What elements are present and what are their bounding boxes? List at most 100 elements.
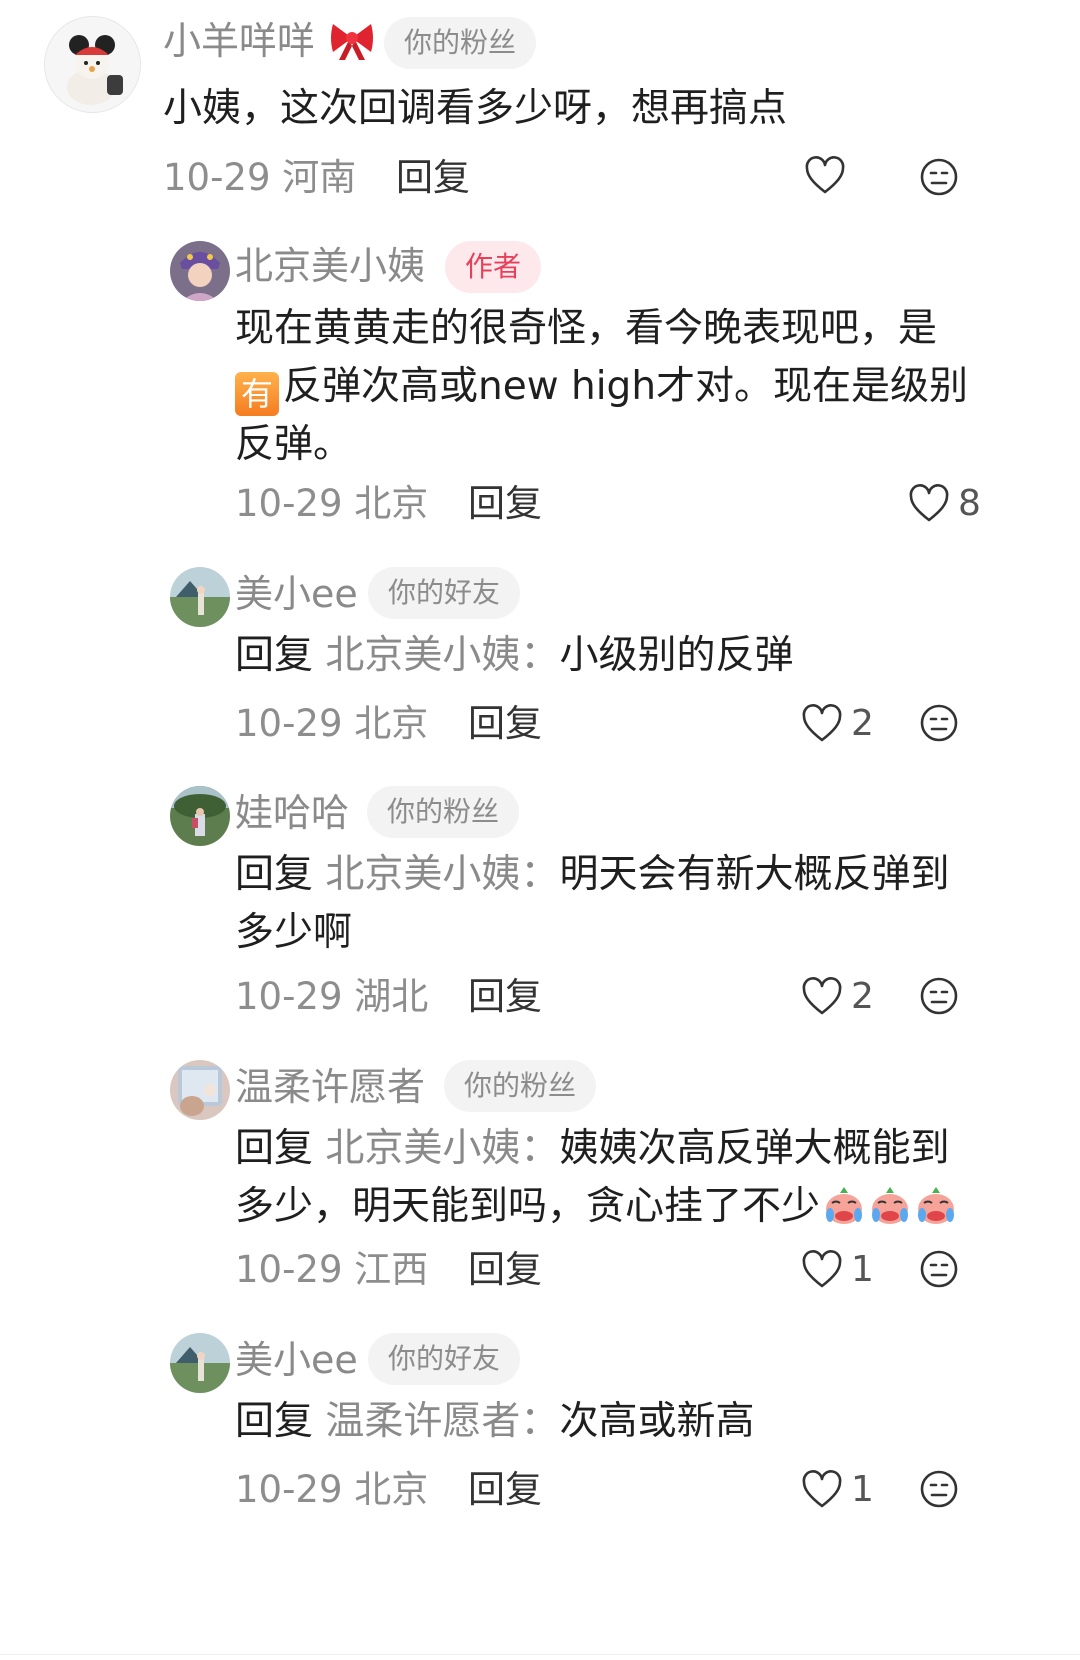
dislike-button[interactable] — [918, 156, 960, 202]
like-button[interactable]: 1 — [801, 1248, 874, 1292]
comment-text: 小姨，这次回调看多少呀，想再搞点 — [163, 86, 788, 131]
reply-prefix: 回复 — [235, 1126, 314, 1171]
avatar[interactable] — [170, 1060, 230, 1120]
author-badge: 作者 — [445, 241, 542, 293]
comment-line: 反弹。 — [235, 422, 353, 467]
reply-target[interactable]: 北京美小姨： — [325, 633, 559, 678]
dislike-button[interactable] — [918, 1248, 960, 1294]
avatar[interactable] — [170, 786, 230, 846]
fan-badge: 你的粉丝 — [444, 1060, 597, 1112]
like-count: 2 — [851, 703, 874, 744]
crying-emoji-icon — [872, 1187, 909, 1224]
avatar-image — [170, 786, 230, 846]
like-count: 1 — [851, 1469, 874, 1510]
comment-date: 10-29 — [163, 156, 271, 199]
heart-outline-icon — [802, 1250, 842, 1288]
dislike-button[interactable] — [918, 1468, 960, 1514]
comment-line-with-tag: 有反弹次高或new high才对。现在是级别 — [235, 358, 995, 416]
dislike-button[interactable] — [918, 702, 960, 748]
heart-outline-icon — [802, 704, 842, 742]
like-button[interactable]: 2 — [801, 975, 874, 1019]
reply-button[interactable]: 回复 — [468, 702, 542, 745]
username[interactable]: 美小ee — [235, 572, 358, 616]
comment-meta: 10-29 江西 回复 — [235, 1248, 542, 1292]
comment-location: 北京 — [354, 482, 429, 525]
avatar-image — [170, 241, 230, 301]
friend-badge: 你的好友 — [368, 1333, 521, 1385]
comment-meta: 10-29 北京 回复 — [235, 1468, 542, 1512]
fan-badge: 你的粉丝 — [367, 786, 520, 838]
reply-target[interactable]: 北京美小姨： — [325, 852, 559, 897]
friend-badge: 你的好友 — [368, 567, 521, 619]
username[interactable]: 温柔许愿者 — [235, 1065, 425, 1109]
comment-location: 河南 — [282, 156, 357, 199]
divider — [0, 1654, 1080, 1655]
avatar-image — [170, 1333, 230, 1393]
avatar-image — [45, 17, 140, 112]
reply-target[interactable]: 北京美小姨： — [325, 1126, 559, 1171]
heart-outline-icon — [909, 484, 949, 522]
neutral-face-icon — [920, 1470, 958, 1508]
username[interactable]: 北京美小姨 — [235, 244, 425, 288]
avatar-image — [170, 1060, 230, 1120]
comment-meta: 10-29 北京 回复 — [235, 702, 542, 746]
like-count: 2 — [851, 976, 874, 1017]
neutral-face-icon — [920, 1250, 958, 1288]
heart-outline-icon — [802, 977, 842, 1015]
reply-prefix: 回复 — [235, 852, 314, 897]
comment-date: 10-29 — [235, 1468, 343, 1511]
comment-text: 回复 北京美小姨：姨姨次高反弹大概能到 多少，明天能到吗，贪心挂了不少 — [235, 1120, 1015, 1236]
reply-prefix: 回复 — [235, 1399, 314, 1444]
reply-button[interactable]: 回复 — [468, 1248, 542, 1291]
comment-location: 江西 — [354, 1248, 429, 1291]
red-bow-icon — [331, 24, 374, 60]
username[interactable]: 娃哈哈 — [235, 791, 349, 835]
reply-target[interactable]: 温柔许愿者： — [325, 1399, 559, 1444]
reply-button[interactable]: 回复 — [468, 975, 542, 1018]
like-button[interactable] — [804, 156, 846, 196]
crying-emoji-icon — [826, 1187, 863, 1224]
comment-text: 回复 北京美小姨：明天会有新大概反弹到 多少啊 — [235, 846, 995, 962]
avatar[interactable] — [170, 567, 230, 627]
like-button[interactable]: 1 — [801, 1468, 874, 1512]
comment-line: 多少啊 — [235, 910, 353, 955]
comment-text: 回复 北京美小姨：小级别的反弹 — [235, 633, 794, 678]
comment-text: 现在黄黄走的很奇怪，看今晚表现吧，是 有反弹次高或new high才对。现在是级… — [235, 300, 995, 474]
like-button[interactable]: 8 — [908, 482, 981, 526]
comment-location: 湖北 — [354, 975, 429, 1018]
you-tag-icon: 有 — [235, 372, 279, 416]
neutral-face-icon — [920, 977, 958, 1015]
like-count: 8 — [958, 483, 981, 524]
comment-date: 10-29 — [235, 975, 343, 1018]
avatar-image — [170, 567, 230, 627]
reply-button[interactable]: 回复 — [468, 1468, 542, 1511]
username[interactable]: 小羊咩咩 — [163, 18, 377, 63]
reply-button[interactable]: 回复 — [396, 156, 470, 199]
comment-date: 10-29 — [235, 482, 343, 525]
comment-date: 10-29 — [235, 702, 343, 745]
reply-button[interactable]: 回复 — [468, 482, 542, 525]
comment-line: 现在黄黄走的很奇怪，看今晚表现吧，是 — [235, 306, 938, 351]
crying-emoji-icon — [918, 1187, 955, 1224]
dislike-button[interactable] — [918, 975, 960, 1021]
comment-line: 多少，明天能到吗，贪心挂了不少 — [235, 1178, 1015, 1236]
username-text: 小羊咩咩 — [163, 19, 316, 63]
comment-location: 北京 — [354, 1468, 429, 1511]
reply-prefix: 回复 — [235, 633, 314, 678]
fan-badge: 你的粉丝 — [384, 17, 537, 69]
avatar[interactable] — [170, 241, 230, 301]
comment-meta: 10-29 北京 回复 — [235, 482, 542, 526]
heart-outline-icon — [805, 156, 845, 194]
comment-text: 回复 温柔许愿者：次高或新高 — [235, 1399, 755, 1444]
comment-line: 回复 北京美小姨：明天会有新大概反弹到 — [235, 852, 950, 897]
avatar[interactable] — [170, 1333, 230, 1393]
neutral-face-icon — [920, 158, 958, 196]
comment-date: 10-29 — [235, 1248, 343, 1291]
heart-outline-icon — [802, 1470, 842, 1508]
comment-meta: 10-29 湖北 回复 — [235, 975, 542, 1019]
avatar[interactable] — [44, 16, 141, 113]
neutral-face-icon — [920, 704, 958, 742]
like-button[interactable]: 2 — [801, 702, 874, 746]
comment-line: 回复 北京美小姨：姨姨次高反弹大概能到 — [235, 1126, 950, 1171]
username[interactable]: 美小ee — [235, 1338, 358, 1382]
